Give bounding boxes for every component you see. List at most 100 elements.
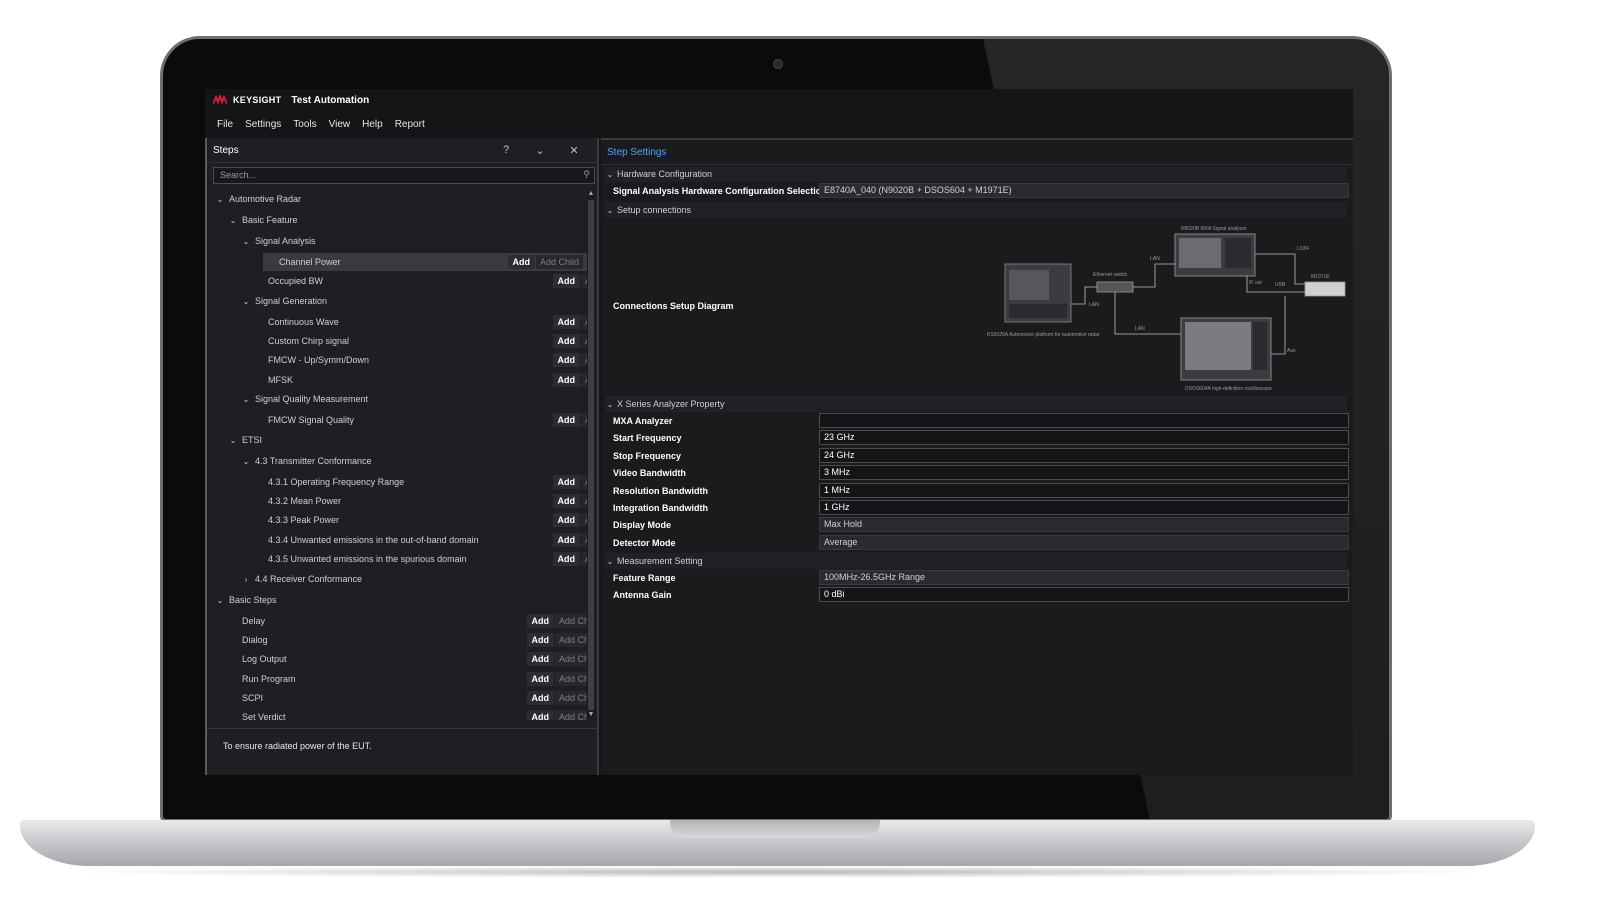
tree-item[interactable]: ⌄ Signal Quality Measurement: [207, 390, 587, 408]
add-button[interactable]: Add: [552, 475, 580, 489]
tree-item[interactable]: 4.3.5 Unwanted emissions in the spurious…: [207, 550, 587, 568]
add-child-button[interactable]: Add Child: [554, 652, 587, 666]
add-button[interactable]: Add: [526, 691, 554, 705]
scroll-up-icon[interactable]: ▲: [587, 190, 595, 197]
add-button[interactable]: Add: [526, 710, 554, 720]
tree-item[interactable]: SCPI AddAdd Child: [207, 689, 587, 707]
title-bar: KEYSIGHT Test Automation: [205, 89, 1353, 111]
tree-scrollbar[interactable]: ▲ ▼: [587, 190, 595, 718]
add-child-button[interactable]: Add Child: [554, 633, 587, 647]
menu-view[interactable]: View: [329, 119, 351, 130]
aux-label: Aux: [1287, 348, 1296, 354]
add-child-button[interactable]: Add Child: [535, 255, 583, 269]
search-input[interactable]: Search... ⚲: [213, 167, 595, 184]
tree-item[interactable]: ⌄ Automotive Radar: [207, 190, 587, 208]
hardware-config-select[interactable]: E8740A_040 (N9020B + DSOS604 + M1971E): [819, 183, 1349, 198]
add-button[interactable]: Add: [507, 255, 535, 269]
tree-item[interactable]: Custom Chirp signalAddAdd Child: [207, 332, 587, 350]
close-icon[interactable]: ✕: [557, 144, 591, 157]
add-button[interactable]: Add: [552, 533, 580, 547]
help-icon[interactable]: ?: [489, 144, 523, 156]
property-row: Feature Range 100MHz-26.5GHz Range: [601, 570, 1353, 587]
property-select[interactable]: 100MHz-26.5GHz Range: [819, 570, 1349, 585]
section-hardware-configuration[interactable]: ⌄ Hardware Configuration: [605, 166, 1347, 182]
tree-item[interactable]: Log Output AddAdd Child: [207, 650, 587, 668]
add-button[interactable]: Add: [526, 614, 554, 628]
add-button[interactable]: Add: [552, 274, 580, 288]
property-input[interactable]: 0 dBi: [819, 587, 1349, 603]
property-input[interactable]: 24 GHz: [819, 447, 1349, 463]
scroll-thumb[interactable]: [588, 200, 594, 710]
property-select[interactable]: Max Hold: [819, 517, 1349, 533]
tree-item[interactable]: ⌄ 4.3 Transmitter Conformance: [207, 452, 587, 470]
chevron-down-icon[interactable]: ⌄: [228, 436, 238, 445]
add-button[interactable]: Add: [552, 373, 580, 387]
tree-item-label: FMCW - Up/Symm/Down: [268, 355, 369, 365]
chevron-down-icon[interactable]: ⌄: [241, 297, 251, 306]
tree-item[interactable]: 4.3.1 Operating Frequency RangeAddAdd Ch…: [207, 473, 587, 491]
section-setup-connections[interactable]: ⌄ Setup connections: [605, 202, 1347, 218]
property-select[interactable]: Average: [819, 534, 1349, 550]
add-child-button[interactable]: Add Child: [554, 672, 587, 686]
chevron-down-icon[interactable]: ⌄: [241, 457, 251, 466]
tree-item[interactable]: FMCW Signal QualityAddAdd Child: [207, 411, 587, 429]
add-button[interactable]: Add: [552, 413, 580, 427]
tree-item[interactable]: FMCW - Up/Symm/DownAddAdd Child: [207, 351, 587, 369]
tree-item[interactable]: 4.3.2 Mean PowerAddAdd Child: [207, 492, 587, 510]
add-button[interactable]: Add: [552, 494, 580, 508]
add-child-button[interactable]: Add Child: [554, 710, 587, 720]
add-button[interactable]: Add: [552, 315, 580, 329]
property-input[interactable]: 23 GHz: [819, 430, 1349, 446]
add-child-button[interactable]: Add Child: [554, 614, 587, 628]
tree-item[interactable]: Continuous WaveAddAdd Child: [207, 313, 587, 331]
tree-item[interactable]: ⌄ Basic Steps: [207, 591, 587, 609]
tree-item[interactable]: Set Verdict AddAdd Child: [207, 708, 587, 720]
add-button[interactable]: Add: [552, 552, 580, 566]
menu-report[interactable]: Report: [395, 119, 425, 130]
chevron-down-icon[interactable]: ⌄: [215, 596, 225, 605]
chevron-down-icon[interactable]: ⌄: [241, 395, 251, 404]
hardware-config-row: Signal Analysis Hardware Configuration S…: [601, 183, 1353, 200]
tree-item[interactable]: ⌄ Basic Feature: [207, 211, 587, 229]
laptop-lid: KEYSIGHT Test Automation File Settings T…: [160, 36, 1392, 822]
property-input[interactable]: 1 MHz: [819, 482, 1349, 498]
section-measurement-setting[interactable]: ⌄ Measurement Setting: [605, 553, 1347, 569]
menu-settings[interactable]: Settings: [245, 119, 281, 130]
chevron-down-icon[interactable]: ⌄: [215, 195, 225, 204]
tree-item[interactable]: Dialog AddAdd Child: [207, 631, 587, 649]
property-input[interactable]: [819, 413, 1349, 428]
tree-item[interactable]: › 4.4 Receiver Conformance: [207, 570, 587, 588]
add-button[interactable]: Add: [552, 513, 580, 527]
property-input[interactable]: 3 MHz: [819, 465, 1349, 481]
tree-item[interactable]: Channel Power Add Add Child: [263, 253, 587, 271]
add-child-button[interactable]: Add Child: [554, 691, 587, 705]
section-label: Measurement Setting: [617, 556, 703, 566]
chevron-right-icon[interactable]: ›: [241, 575, 251, 584]
tree-item[interactable]: 4.3.3 Peak PowerAddAdd Child: [207, 511, 587, 529]
add-button[interactable]: Add: [526, 633, 554, 647]
menu-file[interactable]: File: [217, 119, 233, 130]
tree-item[interactable]: Delay AddAdd Child: [207, 612, 587, 630]
add-button[interactable]: Add: [526, 652, 554, 666]
tree-item[interactable]: Occupied BWAddAdd Child: [207, 272, 587, 290]
add-button[interactable]: Add: [526, 672, 554, 686]
add-button[interactable]: Add: [552, 353, 580, 367]
property-input[interactable]: 1 GHz: [819, 500, 1349, 515]
section-x-series-analyzer[interactable]: ⌄ X Series Analyzer Property: [605, 396, 1347, 412]
menu-help[interactable]: Help: [362, 119, 383, 130]
tree-item[interactable]: MFSKAddAdd Child: [207, 371, 587, 389]
chevron-down-icon[interactable]: ⌄: [228, 216, 238, 225]
add-button[interactable]: Add: [552, 334, 580, 348]
tree-item[interactable]: ⌄ ETSI: [207, 431, 587, 449]
tree-item-label: Dialog: [242, 635, 268, 645]
chevron-down-icon[interactable]: ⌄: [523, 144, 557, 157]
app-title: Test Automation: [291, 94, 370, 106]
property-row: MXA Analyzer: [601, 413, 1353, 430]
chevron-down-icon[interactable]: ⌄: [241, 237, 251, 246]
tree-item[interactable]: Run Program AddAdd Child: [207, 670, 587, 688]
menu-tools[interactable]: Tools: [293, 119, 316, 130]
tree-item[interactable]: ⌄ Signal Analysis: [207, 232, 587, 250]
tree-item[interactable]: ⌄ Signal Generation: [207, 292, 587, 310]
scroll-down-icon[interactable]: ▼: [587, 711, 595, 718]
tree-item[interactable]: 4.3.4 Unwanted emissions in the out-of-b…: [207, 531, 587, 549]
